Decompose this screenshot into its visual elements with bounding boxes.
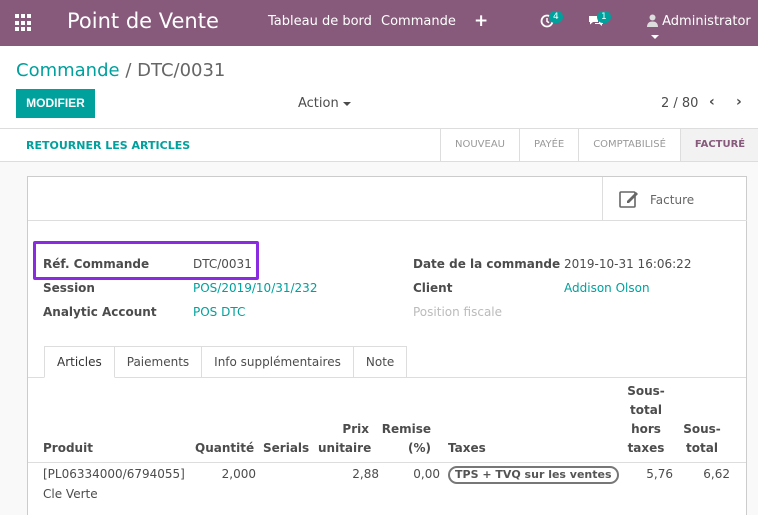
edit-icon (619, 191, 638, 208)
col-product[interactable]: Produit (43, 439, 93, 458)
col-discount[interactable]: Remise (%) (380, 420, 431, 458)
row-tax-tag: TPS + TVQ sur les ventes (448, 466, 619, 484)
user-menu[interactable]: Administrator (647, 14, 758, 44)
status-bar: RETOURNER LES ARTICLES NOUVEAU PAYÉE COM… (0, 128, 758, 162)
chevron-left-icon[interactable]: ‹ (709, 94, 715, 110)
tab-note[interactable]: Note (353, 346, 408, 378)
row-quantity: 2,000 (221, 467, 256, 481)
breadcrumb: Commande / DTC/0031 (16, 60, 225, 81)
tab-articles[interactable]: Articles (44, 346, 115, 378)
pager-value: 2 / 80 (661, 96, 699, 111)
client-link[interactable]: Addison Olson (564, 281, 650, 295)
analytic-link[interactable]: POS DTC (193, 305, 245, 319)
messages-button[interactable]: 1 (588, 11, 611, 32)
col-subtotal-excl-line4: taxes (627, 441, 665, 455)
user-icon (647, 14, 658, 27)
invoice-smart-button[interactable]: Facture (602, 177, 747, 221)
apps-menu-icon[interactable] (15, 14, 33, 32)
ref-value: DTC/0031 (193, 257, 252, 271)
breadcrumb-separator: / (125, 60, 132, 81)
col-unit-price-line2: unitaire (318, 441, 372, 455)
tab-payments[interactable]: Paiements (114, 346, 203, 378)
user-name: Administrator (662, 14, 751, 29)
col-subtotal-excl[interactable]: Sous- total hors taxes (622, 382, 670, 458)
breadcrumb-current: DTC/0031 (137, 60, 226, 81)
invoice-label: Facture (650, 193, 695, 207)
action-dropdown[interactable]: Action (298, 96, 351, 111)
col-discount-line1: Remise (381, 422, 431, 436)
app-brand: Point de Vente (67, 9, 219, 33)
menu-dashboard[interactable]: Tableau de bord (268, 14, 372, 29)
chevron-down-icon (342, 101, 351, 106)
col-subtotal-line1: Sous- (683, 422, 721, 436)
table-header-divider (28, 462, 746, 463)
session-label: Session (43, 281, 95, 295)
action-label: Action (298, 96, 339, 111)
client-label: Client (413, 281, 453, 295)
notebook-tabs: Articles Paiements Info supplémentaires … (44, 346, 408, 378)
col-subtotal-excl-line1: Sous- (627, 384, 665, 398)
breadcrumb-parent[interactable]: Commande (16, 60, 120, 81)
status-steps: NOUVEAU PAYÉE COMPTABILISÉ FACTURÉ (440, 129, 758, 161)
return-articles-button[interactable]: RETOURNER LES ARTICLES (26, 139, 190, 152)
fiscal-label: Position fiscale (413, 305, 503, 319)
state-new[interactable]: NOUVEAU (440, 129, 519, 161)
analytic-label: Analytic Account (43, 305, 157, 319)
top-navbar: Point de Vente Tableau de bord Commande … (0, 0, 758, 46)
col-unit-price[interactable]: Prix unitaire (318, 420, 372, 458)
row-subtotal: 6,62 (703, 467, 730, 481)
tab-extra-info[interactable]: Info supplémentaires (202, 346, 354, 378)
state-paid[interactable]: PAYÉE (519, 129, 578, 161)
divider (28, 220, 602, 221)
date-value: 2019-10-31 16:06:22 (564, 257, 692, 271)
state-posted[interactable]: COMPTABILISÉ (578, 129, 680, 161)
plus-icon[interactable]: + (474, 11, 488, 31)
session-link[interactable]: POS/2019/10/31/232 (193, 281, 317, 295)
col-quantity[interactable]: Quantité (195, 439, 254, 458)
col-subtotal-line2: total (686, 441, 718, 455)
col-subtotal-excl-line3: hors (631, 422, 661, 436)
date-label: Date de la commande (413, 257, 561, 271)
row-discount: 0,00 (413, 467, 440, 481)
state-invoiced[interactable]: FACTURÉ (679, 129, 758, 161)
row-product-code: [PL06334000/6794055] (43, 467, 185, 481)
chevron-right-icon[interactable]: › (736, 94, 742, 110)
message-count-badge: 1 (597, 11, 611, 23)
row-unit-price: 2,88 (352, 467, 379, 481)
activity-count-badge: 4 (549, 11, 563, 23)
col-subtotal-excl-line2: total (630, 403, 662, 417)
ref-label: Réf. Commande (43, 257, 150, 271)
row-subtotal-excl: 5,76 (646, 467, 673, 481)
col-serials[interactable]: Serials (263, 439, 309, 458)
menu-orders[interactable]: Commande (381, 14, 456, 29)
row-product-name: Cle Verte (43, 487, 98, 501)
col-subtotal[interactable]: Sous- total (678, 420, 726, 458)
activity-button[interactable]: 4 (540, 11, 563, 32)
chevron-down-icon (651, 34, 659, 39)
col-discount-line2: (%) (408, 441, 431, 455)
modify-button[interactable]: MODIFIER (16, 89, 95, 118)
col-unit-price-line1: Prix (342, 422, 369, 436)
col-taxes[interactable]: Taxes (448, 439, 486, 458)
